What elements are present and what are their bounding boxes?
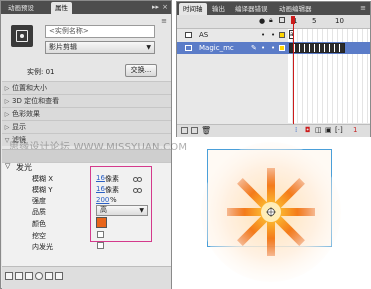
tab-motion-presets[interactable]: 动画预设: [4, 2, 38, 14]
quality-label: 品质: [32, 208, 46, 216]
frame-span[interactable]: [289, 43, 345, 53]
lock-dot[interactable]: •: [271, 29, 275, 41]
glow-filter-panel: ▽ 发光 模糊 X 16 像素 模糊 Y 16 像素 强度 200 % 品质 高…: [2, 162, 171, 267]
layer-name: Magic_mc: [199, 44, 234, 52]
section-position-size[interactable]: ▷ 位置和大小: [2, 81, 171, 94]
strength-label: 强度: [32, 197, 46, 205]
color-label: 颜色: [32, 220, 46, 228]
trash-icon[interactable]: 🗑︎: [201, 126, 211, 135]
visibility-dot[interactable]: •: [261, 29, 265, 41]
playhead-line: [292, 24, 294, 124]
center-frame-icon[interactable]: ⁞: [295, 126, 297, 134]
playhead-marker[interactable]: [291, 16, 295, 24]
instance-name-input[interactable]: <实例名称>: [45, 25, 155, 38]
symbol-type-select[interactable]: 影片剪辑 ▼: [45, 41, 155, 54]
section-color-effect[interactable]: ▷ 色彩效果: [2, 107, 171, 120]
filter-expand-icon[interactable]: ▽: [5, 162, 10, 170]
collapse-icon[interactable]: ▸▸: [152, 3, 159, 12]
frame-number: 10: [335, 17, 344, 25]
lock-icon[interactable]: 🔒︎: [269, 16, 273, 25]
reset-filter-icon[interactable]: [45, 272, 53, 280]
new-folder-icon[interactable]: [191, 127, 198, 134]
tab-timeline[interactable]: 时间轴: [179, 3, 207, 15]
timeline-header: ● 🔒︎ 1 5 10: [177, 15, 370, 29]
outline-color-icon[interactable]: [279, 32, 285, 38]
symbol-type-value: 影片剪辑: [49, 43, 77, 51]
blur-x-label: 模糊 X: [32, 175, 54, 183]
filter-toolbar: [2, 266, 171, 289]
current-frame: 1: [353, 126, 358, 134]
enable-filter-icon[interactable]: [35, 272, 43, 280]
visibility-dot[interactable]: •: [261, 42, 265, 54]
section-label: 位置和大小: [12, 84, 47, 92]
eye-icon[interactable]: ●: [259, 17, 265, 25]
layer-icon: [185, 45, 192, 51]
tab-properties[interactable]: 属性: [51, 2, 72, 14]
layer-icon: [185, 32, 192, 38]
panel-menu-icon[interactable]: ≡: [360, 4, 366, 13]
section-display[interactable]: ▷ 显示: [2, 120, 171, 133]
section-label: 3D 定位和查看: [12, 97, 60, 105]
new-layer-icon[interactable]: [181, 127, 188, 134]
highlight-rectangle: [90, 166, 152, 242]
swap-button[interactable]: 交换...: [125, 64, 157, 77]
edit-multiple-icon[interactable]: ▣: [325, 126, 332, 134]
delete-filter-icon[interactable]: [55, 272, 63, 280]
section-label: 显示: [12, 123, 26, 131]
modify-markers-icon[interactable]: [·]: [335, 126, 343, 134]
chevron-down-icon: ▼: [146, 44, 151, 51]
layer-row-magic-mc[interactable]: Magic_mc ✎ • •: [177, 42, 370, 54]
close-icon[interactable]: ×: [162, 3, 168, 12]
properties-panel: 动画预设 属性 ▸▸ × ≡ <实例名称> 影片剪辑 ▼ 实例: 01 交换..…: [0, 0, 187, 289]
outline-icon[interactable]: [279, 17, 285, 23]
onion-outline-icon[interactable]: ◫: [315, 126, 322, 134]
instance-label: 实例: 01: [27, 68, 55, 76]
tab-motion-editor[interactable]: 动画编辑器: [275, 3, 316, 15]
inner-glow-label: 内发光: [32, 243, 53, 251]
lock-dot[interactable]: •: [271, 42, 275, 54]
blur-y-label: 模糊 Y: [32, 186, 53, 194]
frame-number: 5: [312, 17, 317, 25]
section-3d[interactable]: ▷ 3D 定位和查看: [2, 94, 171, 107]
filter-column-header: [2, 149, 171, 162]
section-label: 色彩效果: [12, 110, 40, 118]
tab-compiler-errors[interactable]: 编译器错误: [231, 3, 272, 15]
layer-name: AS: [199, 31, 209, 39]
stage-movieclip-bounds[interactable]: [201, 142, 341, 282]
timeline-footer: 🗑︎ ⁞ ◘ ◫ ▣ [·] 1: [177, 124, 370, 137]
inner-glow-checkbox[interactable]: [97, 242, 104, 249]
timeline-panel: 时间轴 输出 编译器错误 动画编辑器 ≡ ● 🔒︎ 1 5 10 AS • • …: [176, 1, 371, 137]
outline-color-icon[interactable]: [279, 45, 285, 51]
pencil-icon[interactable]: ✎: [251, 42, 257, 54]
glow-star-graphic[interactable]: [201, 142, 341, 282]
add-filter-icon[interactable]: [5, 272, 13, 280]
onion-skin-icon[interactable]: ◘: [305, 126, 311, 134]
panel-tab-bar: 动画预设 属性 ▸▸ ×: [1, 1, 171, 14]
panel-menu-icon[interactable]: ≡: [161, 17, 167, 26]
knockout-label: 挖空: [32, 232, 46, 240]
clipboard-icon[interactable]: [25, 272, 33, 280]
layer-row-as[interactable]: AS • • a: [177, 29, 370, 41]
filter-name[interactable]: 发光: [16, 162, 32, 173]
timeline-tab-bar: 时间轴 输出 编译器错误 动画编辑器 ≡: [177, 2, 370, 15]
preset-icon[interactable]: [15, 272, 23, 280]
tab-output[interactable]: 输出: [208, 3, 229, 15]
movieclip-symbol-icon: [11, 25, 33, 47]
